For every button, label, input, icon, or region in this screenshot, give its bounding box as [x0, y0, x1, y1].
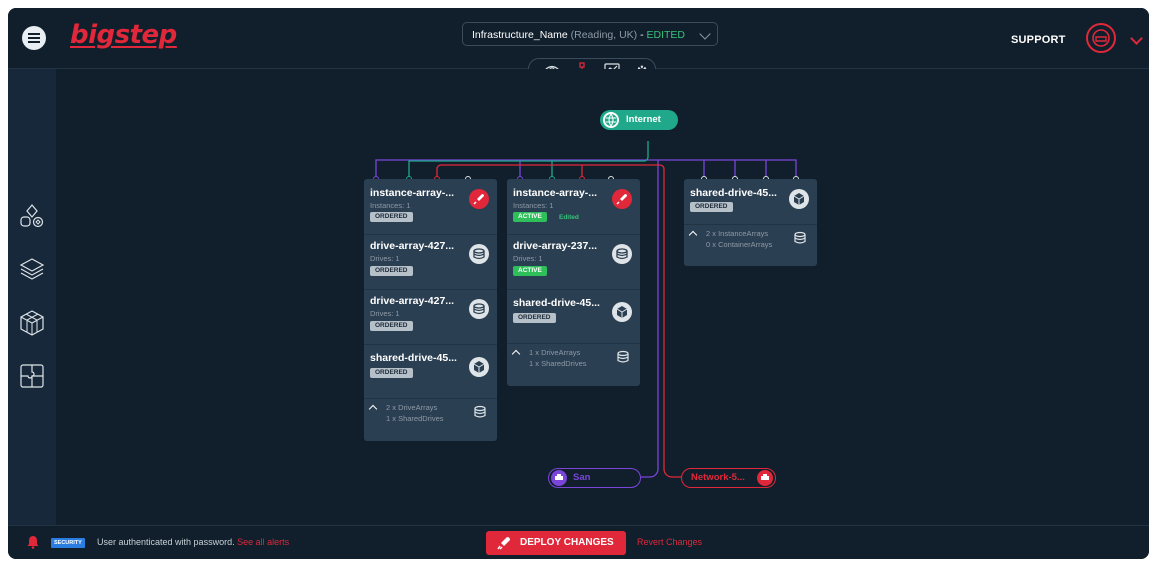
- card-footer[interactable]: 2 x InstanceArrays 0 x ContainerArrays: [684, 224, 817, 266]
- status-bar: SECURITY User authenticated with passwor…: [8, 525, 1149, 559]
- shared-drive-row[interactable]: shared-drive-45... ORDERED: [507, 289, 640, 344]
- revert-changes-link[interactable]: Revert Changes: [637, 537, 702, 547]
- edited-label: Edited: [559, 214, 579, 221]
- san-icon: [551, 470, 567, 486]
- user-avatar[interactable]: [1086, 23, 1116, 53]
- hamburger-menu-button[interactable]: [22, 26, 46, 50]
- box-icon[interactable]: [789, 189, 809, 209]
- status-badge: ORDERED: [370, 321, 413, 331]
- status-badge: ACTIVE: [513, 212, 547, 222]
- box-icon[interactable]: [469, 357, 489, 377]
- card-header[interactable]: shared-drive-45... ORDERED: [684, 179, 817, 225]
- bigstep-logo[interactable]: bigstep: [70, 20, 177, 50]
- bell-icon[interactable]: [26, 535, 40, 549]
- status-badge: ORDERED: [370, 212, 413, 222]
- rocket-icon[interactable]: [469, 189, 489, 209]
- support-link[interactable]: SUPPORT: [1011, 34, 1066, 46]
- puzzle-icon[interactable]: [18, 362, 46, 390]
- shared-drive-row[interactable]: shared-drive-45... ORDERED: [364, 344, 497, 399]
- infrastructure-select[interactable]: Infrastructure_Name (Reading, UK) - EDIT…: [462, 22, 718, 46]
- database-icon[interactable]: [469, 299, 489, 319]
- instance-array-card[interactable]: instance-array-... Instances: 1 ORDERED …: [364, 179, 497, 441]
- chevron-up-icon[interactable]: [368, 404, 378, 414]
- shapes-icon[interactable]: [18, 202, 46, 230]
- chevron-up-icon[interactable]: [688, 230, 698, 240]
- database-icon[interactable]: [793, 231, 807, 245]
- drive-array-row[interactable]: drive-array-427... Drives: 1 ORDERED: [364, 289, 497, 345]
- status-badge: ORDERED: [513, 313, 556, 323]
- database-icon[interactable]: [616, 350, 630, 364]
- infrastructure-location: (Reading, UK): [570, 29, 638, 41]
- drive-array-row[interactable]: drive-array-237... Drives: 1 ACTIVE: [507, 234, 640, 290]
- san-node[interactable]: San: [548, 468, 641, 488]
- infrastructure-status: EDITED: [646, 29, 686, 41]
- card-header[interactable]: instance-array-... Instances: 1 ACTIVE E…: [507, 179, 640, 235]
- layers-icon[interactable]: [18, 255, 46, 283]
- app-window: bigstep Infrastructure_Name (Reading, UK…: [8, 8, 1149, 559]
- rocket-icon: [497, 537, 510, 550]
- card-header[interactable]: instance-array-... Instances: 1 ORDERED: [364, 179, 497, 235]
- status-badge: ORDERED: [370, 368, 413, 378]
- infrastructure-name: Infrastructure_Name: [472, 29, 568, 41]
- network-icon: [757, 470, 773, 486]
- shared-drive-card[interactable]: shared-drive-45... ORDERED 2 x InstanceA…: [684, 179, 817, 266]
- see-all-alerts-link[interactable]: See all alerts: [237, 537, 289, 547]
- box-icon[interactable]: [612, 302, 632, 322]
- security-badge: SECURITY: [51, 538, 85, 548]
- internet-node[interactable]: Internet: [600, 110, 678, 130]
- user-menu-chevron-icon[interactable]: [1130, 32, 1143, 45]
- alert-message: User authenticated with password. See al…: [97, 537, 290, 547]
- database-icon[interactable]: [473, 405, 487, 419]
- card-footer[interactable]: 2 x DriveArrays 1 x SharedDrives: [364, 398, 497, 441]
- status-badge: ORDERED: [690, 202, 733, 212]
- drive-array-row[interactable]: drive-array-427... Drives: 1 ORDERED: [364, 234, 497, 290]
- deploy-changes-button[interactable]: DEPLOY CHANGES: [486, 531, 626, 555]
- status-badge: ORDERED: [370, 266, 413, 276]
- database-icon[interactable]: [612, 244, 632, 264]
- rocket-icon[interactable]: [612, 189, 632, 209]
- chevron-down-icon: [699, 28, 711, 40]
- card-footer[interactable]: 1 x DriveArrays 1 x SharedDrives: [507, 343, 640, 386]
- chevron-up-icon[interactable]: [511, 349, 521, 359]
- cube-icon[interactable]: [18, 309, 46, 337]
- topology-canvas: Internet San Network-5... instance-array…: [56, 69, 1149, 525]
- status-badge: ACTIVE: [513, 266, 547, 276]
- sidebar: [8, 69, 56, 525]
- network-node[interactable]: Network-5...: [681, 468, 776, 488]
- globe-icon: [603, 112, 619, 128]
- database-icon[interactable]: [469, 244, 489, 264]
- instance-array-card[interactable]: instance-array-... Instances: 1 ACTIVE E…: [507, 179, 640, 386]
